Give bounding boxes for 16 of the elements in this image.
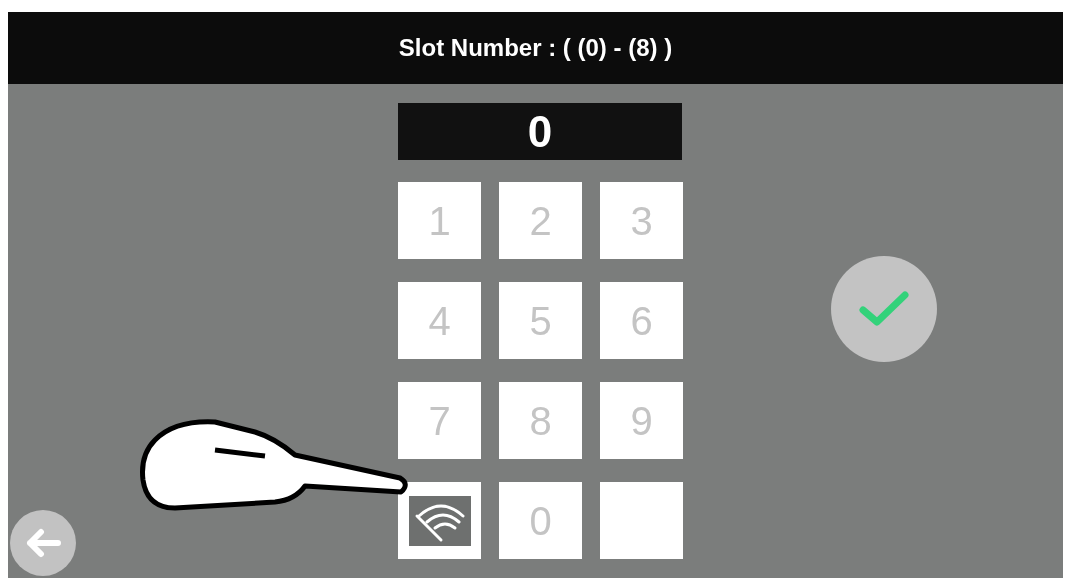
keypad-key[interactable]: 1 (398, 182, 481, 259)
check-icon (859, 290, 909, 328)
keypad-key[interactable]: 0 (499, 482, 582, 559)
header-title: Slot Number : ( (0) - (8) ) (398, 33, 673, 63)
keypad-key[interactable]: 5 (499, 282, 582, 359)
keypad-key[interactable]: 3 (600, 182, 683, 259)
keypad-key[interactable]: 7 (398, 382, 481, 459)
number-display: 0 (398, 103, 682, 160)
keypad-key[interactable]: 2 (499, 182, 582, 259)
keypad-key[interactable]: 8 (499, 382, 582, 459)
keypad-key[interactable]: 9 (600, 382, 683, 459)
keypad-key[interactable]: 6 (600, 282, 683, 359)
left-arrow-icon (25, 528, 61, 558)
wireless-off-icon (408, 495, 471, 546)
keypad-key[interactable]: 4 (398, 282, 481, 359)
wireless-key[interactable] (398, 482, 481, 559)
